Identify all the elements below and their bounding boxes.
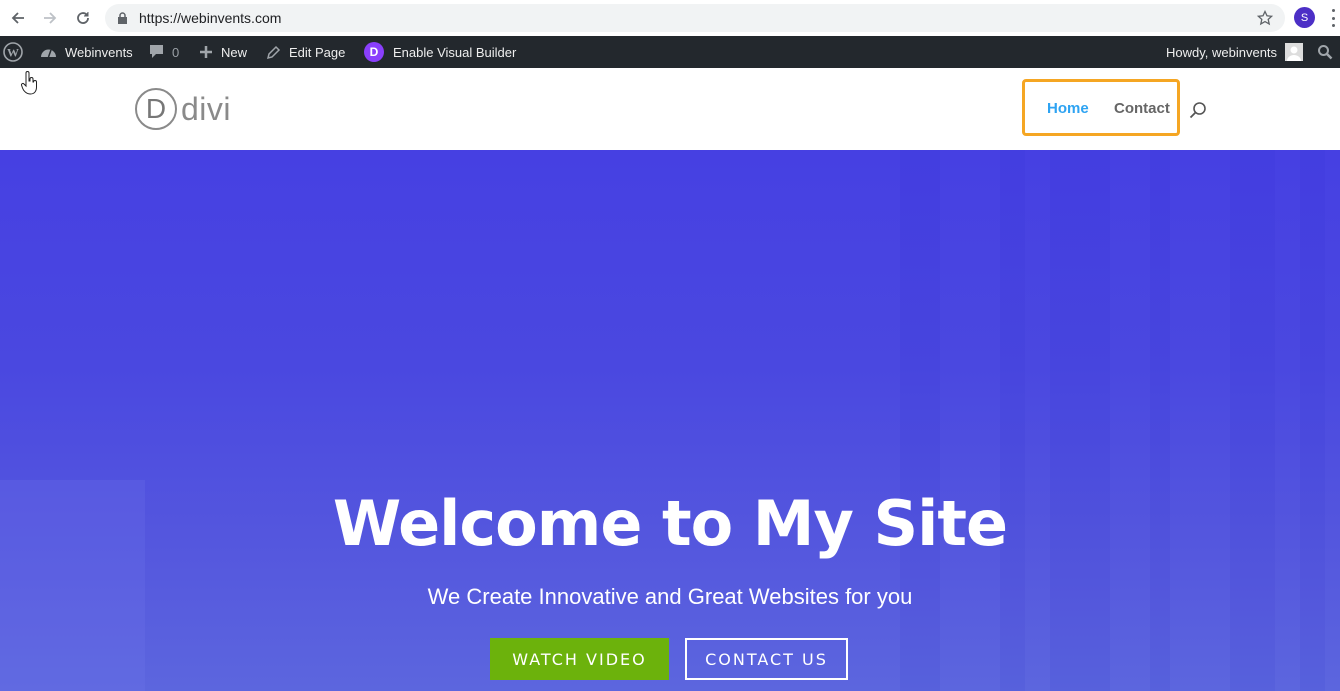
search-icon (1318, 45, 1333, 60)
watch-video-button[interactable]: WATCH VIDEO (490, 638, 669, 680)
wp-logo-button[interactable]: W (3, 36, 31, 68)
edit-page-label: Edit Page (289, 44, 346, 60)
url-text: https://webinvents.com (139, 10, 282, 26)
profile-avatar[interactable]: S (1294, 7, 1315, 28)
site-name-link[interactable]: Webinvents (40, 36, 133, 68)
user-avatar-icon (1285, 43, 1304, 61)
comments-count: 0 (172, 44, 180, 60)
plus-icon (199, 45, 213, 59)
nav-home[interactable]: Home (1047, 100, 1089, 117)
reload-button[interactable] (72, 7, 94, 29)
site-logo[interactable]: D divi (135, 88, 231, 130)
browser-toolbar: https://webinvents.com S (0, 0, 1340, 36)
pencil-icon (266, 45, 281, 60)
wp-admin-bar: W Webinvents 0 New Edit Page D Enable Vi… (0, 36, 1340, 68)
my-account-link[interactable]: Howdy, webinvents (1166, 36, 1304, 68)
kebab-menu-icon[interactable] (1332, 9, 1336, 27)
forward-arrow-icon (44, 12, 57, 24)
visual-builder-label: Enable Visual Builder (393, 44, 517, 60)
comments-link[interactable]: 0 (149, 36, 179, 68)
edit-page-link[interactable]: Edit Page (266, 36, 345, 68)
back-button[interactable] (7, 7, 29, 29)
admin-search-button[interactable] (1317, 36, 1333, 68)
divi-icon: D (364, 42, 384, 62)
hero-subtitle: We Create Innovative and Great Websites … (427, 584, 913, 609)
star-icon[interactable] (1257, 10, 1273, 26)
wordpress-icon: W (3, 42, 23, 62)
logo-word: divi (181, 90, 232, 127)
hand-cursor-icon (21, 71, 37, 95)
svg-text:W: W (7, 46, 19, 60)
address-bar[interactable]: https://webinvents.com (105, 4, 1285, 32)
forward-button[interactable] (39, 7, 61, 29)
enable-visual-builder-link[interactable]: D Enable Visual Builder (364, 36, 516, 68)
back-arrow-icon (11, 12, 24, 24)
new-label: New (221, 44, 248, 60)
comment-icon (149, 44, 164, 60)
dashboard-icon (40, 45, 57, 59)
hero-section: Welcome to My Site We Create Innovative … (0, 150, 1340, 691)
howdy-label: Howdy, webinvents (1166, 44, 1278, 60)
logo-letter: D (135, 88, 177, 130)
lock-icon (117, 12, 129, 24)
new-content-link[interactable]: New (199, 36, 247, 68)
site-header: D divi Home Contact (0, 68, 1340, 150)
hero-title: Welcome to My Site (332, 487, 1008, 560)
reload-icon (77, 12, 89, 24)
contact-us-button[interactable]: CONTACT US (685, 638, 848, 680)
search-icon[interactable] (1188, 100, 1208, 120)
nav-contact[interactable]: Contact (1114, 100, 1170, 117)
site-name-label: Webinvents (65, 44, 133, 60)
